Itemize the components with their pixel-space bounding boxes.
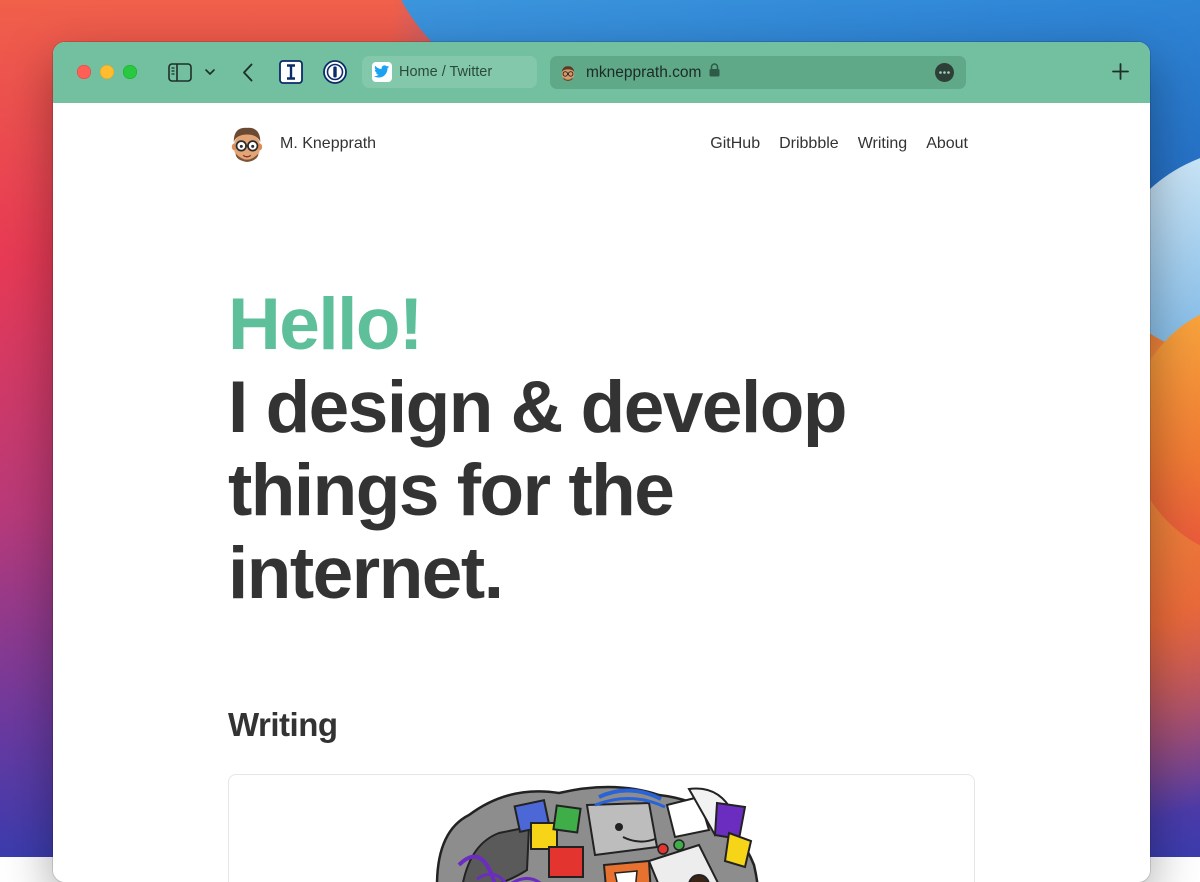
author-avatar-icon xyxy=(231,127,263,163)
nav-link-dribbble[interactable]: Dribbble xyxy=(779,135,839,153)
minimize-window-button[interactable] xyxy=(100,65,114,79)
writing-article-card[interactable] xyxy=(228,774,975,882)
hero-heading: Hello! I design & develop things for the… xyxy=(228,283,847,615)
site-nav: GitHub Dribbble Writing About xyxy=(691,135,968,153)
instapaper-icon[interactable] xyxy=(279,60,303,84)
tab-home-twitter[interactable]: Home / Twitter xyxy=(362,56,537,88)
brand-link[interactable]: M. Knepprath xyxy=(228,124,376,164)
back-arrow-icon[interactable] xyxy=(239,61,255,83)
address-bar[interactable]: mknepprath.com xyxy=(550,56,966,89)
site-avatar-icon xyxy=(561,65,575,81)
sidebar-icon[interactable] xyxy=(167,61,193,83)
hero-line: internet. xyxy=(228,533,504,614)
site-header: M. Knepprath GitHub Dribbble Writing Abo… xyxy=(228,123,968,165)
page-content: M. Knepprath GitHub Dribbble Writing Abo… xyxy=(53,103,1150,882)
writing-section-title: Writing xyxy=(228,706,338,743)
hero-line: things for the xyxy=(228,450,675,531)
hero-greeting: Hello! xyxy=(228,284,423,365)
site-name: M. Knepprath xyxy=(280,135,377,152)
lock-icon xyxy=(709,63,720,82)
nav-link-about[interactable]: About xyxy=(926,135,968,153)
ellipsis-circle-icon[interactable] xyxy=(935,63,954,82)
1password-icon[interactable] xyxy=(323,60,347,84)
nav-link-writing[interactable]: Writing xyxy=(858,135,908,153)
browser-toolbar: Home / Twitter mknepprath.com xyxy=(53,42,1150,104)
twitter-bird-icon xyxy=(372,62,392,82)
hero-line: I design & develop xyxy=(228,367,847,448)
zoom-window-button[interactable] xyxy=(123,65,137,79)
new-tab-plus-icon[interactable] xyxy=(1110,61,1130,81)
browser-window: Home / Twitter mknepprath.com M. Kneppra… xyxy=(53,42,1150,882)
close-window-button[interactable] xyxy=(77,65,91,79)
url-text: mknepprath.com xyxy=(586,63,702,81)
chevron-down-icon[interactable] xyxy=(203,66,217,78)
tab-title: Home / Twitter xyxy=(399,64,493,80)
article-illustration xyxy=(435,785,759,882)
nav-link-github[interactable]: GitHub xyxy=(710,135,760,153)
